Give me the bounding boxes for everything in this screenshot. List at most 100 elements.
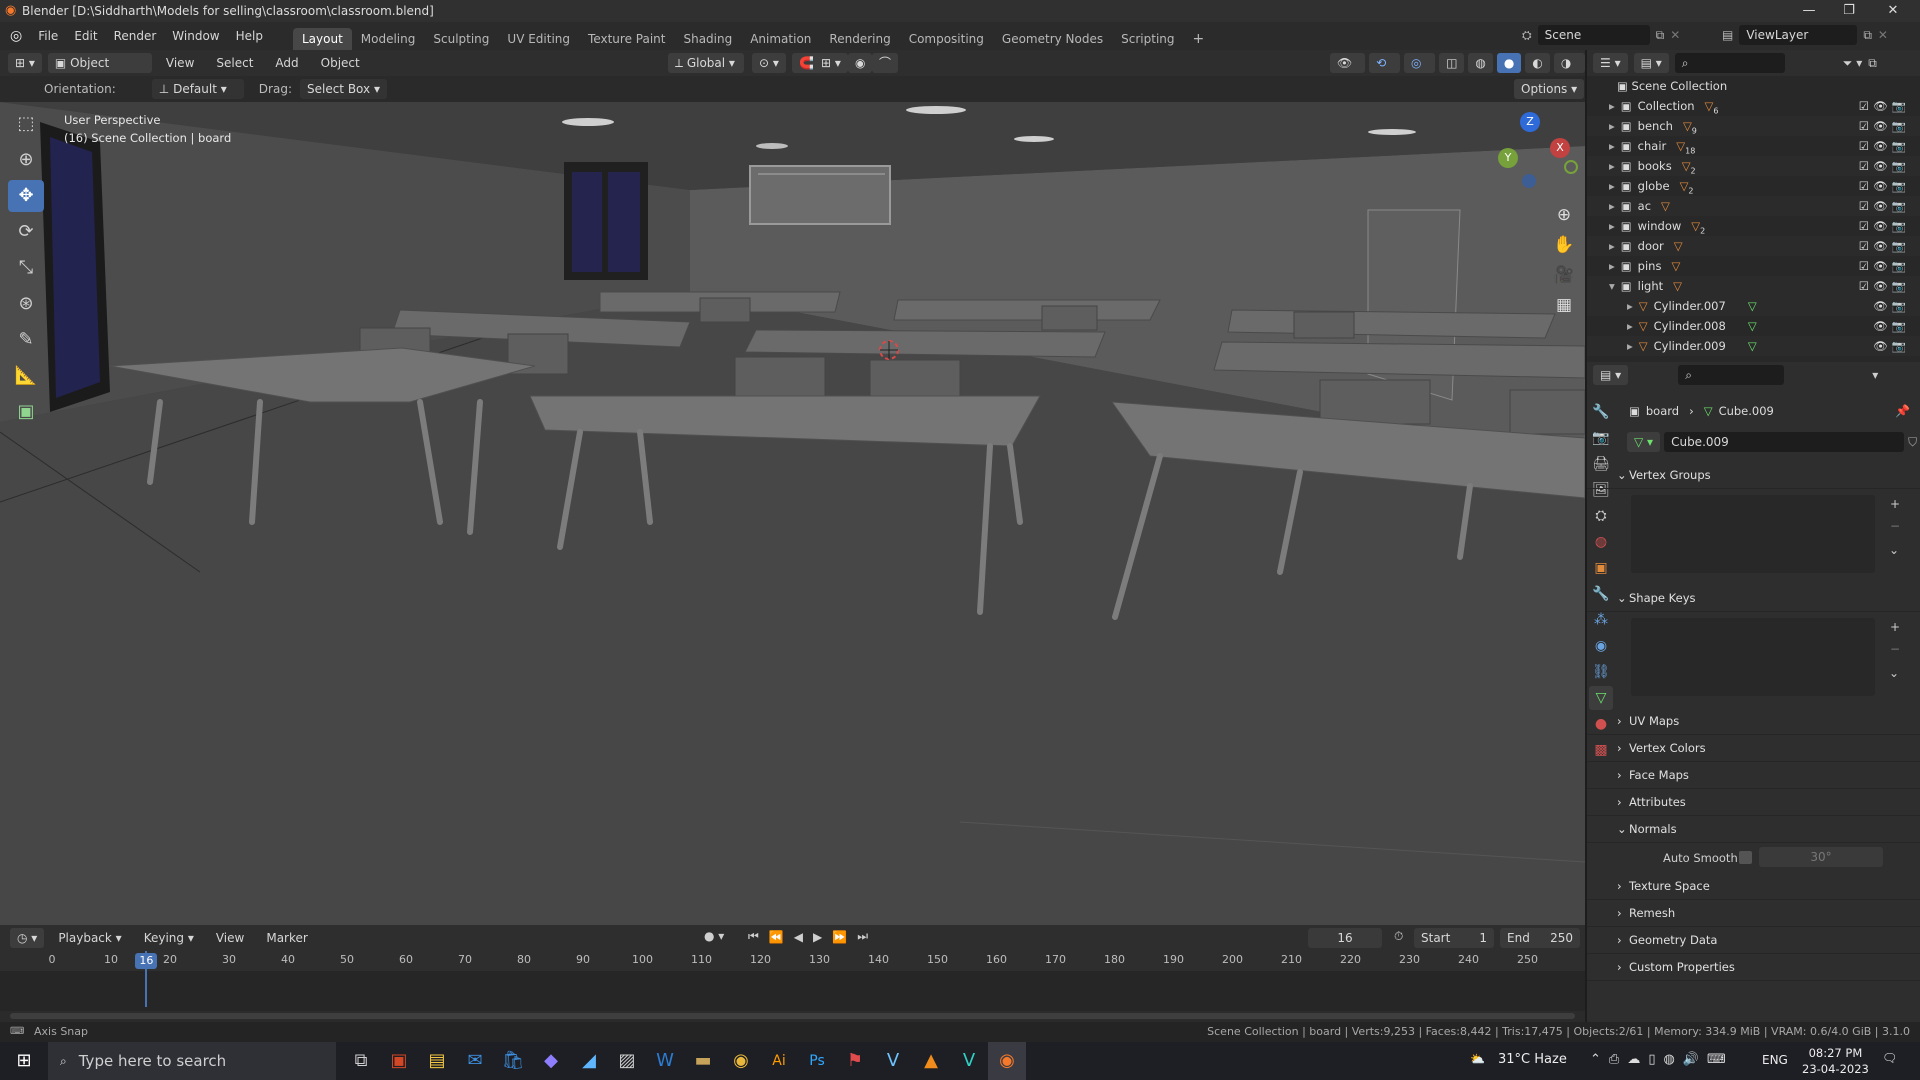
visibility-eye-icon[interactable]: 👁 [1873,99,1892,113]
auto-smooth-angle-field[interactable]: 30° [1759,847,1883,867]
weather-text[interactable]: 31°C Haze [1498,1052,1567,1067]
scene-name-field[interactable]: Scene [1537,25,1650,45]
powerpoint-icon[interactable]: ▣ [380,1042,418,1080]
photoshop-icon[interactable]: Ps [798,1042,836,1080]
start-frame-field[interactable]: Start 1 [1414,928,1494,948]
render-properties-icon[interactable]: 📷 [1589,426,1613,450]
tab-uv-editing[interactable]: UV Editing [498,28,579,50]
annotate-tool-icon[interactable]: ✎ [8,324,44,356]
prev-keyframe-icon[interactable]: ⏪ [769,930,784,944]
xray-toggle[interactable]: ◫ [1439,53,1465,73]
3d-viewport[interactable]: User Perspective (16) Scene Collection |… [0,102,1585,925]
outliner-child-cylinder-009[interactable]: ▸ ▽ Cylinder.009 ▽ 👁📷 [1587,336,1920,356]
expand-arrow-icon[interactable]: ▸ [1627,299,1633,313]
timeline-view-menu[interactable]: View [208,925,252,951]
viewlayer-selector[interactable]: ▤ ViewLayer ⧉ ✕ [1722,25,1888,45]
select-box-tool-icon[interactable]: ⬚ [8,108,44,140]
outliner-item-door[interactable]: ▸ ▣ door ▽ ☑👁📷 [1587,236,1920,256]
render-camera-icon[interactable]: 📷 [1892,339,1910,353]
render-camera-icon[interactable]: 📷 [1892,119,1910,133]
visibility-eye-icon[interactable]: 👁 [1873,259,1892,273]
vectary-icon[interactable]: V [874,1042,912,1080]
section-custom-properties[interactable]: › Custom Properties [1587,954,1920,981]
battery-icon[interactable]: ▯ [1648,1052,1655,1067]
orientation-dropdown[interactable]: ⊥ Default ▾ [151,79,244,99]
tab-scripting[interactable]: Scripting [1112,28,1183,50]
network-icon[interactable]: ◍ [1663,1052,1674,1067]
menu-window[interactable]: Window [164,22,227,50]
illustrator-icon[interactable]: Ai [760,1042,798,1080]
editor-type-button[interactable]: ⊞ ▾ [8,53,42,73]
app-icon-6[interactable]: V [950,1042,988,1080]
tab-sculpting[interactable]: Sculpting [424,28,498,50]
volume-icon[interactable]: 🔊 [1683,1052,1699,1067]
viewlayer-name-field[interactable]: ViewLayer [1739,25,1858,45]
render-camera-icon[interactable]: 📷 [1892,199,1910,213]
cursor-tool-icon[interactable]: ⊕ [8,144,44,176]
exclude-checkbox-icon[interactable]: ☑ [1859,159,1873,173]
end-frame-field[interactable]: End 250 [1500,928,1580,948]
frame-ruler[interactable]: 0 10 20 30 40 50 60 70 80 90 100 110 120 130 140 150 160… [0,951,1585,971]
tab-modeling[interactable]: Modeling [352,28,425,50]
app-icon-1[interactable]: ◆ [532,1042,570,1080]
section-shape-keys[interactable]: ⌄ Shape Keys [1587,585,1920,612]
visibility-eye-icon[interactable]: 👁 [1873,219,1892,233]
jump-end-icon[interactable]: ⏭ [857,929,868,944]
new-scene-icon[interactable]: ⧉ [1656,28,1665,43]
outliner-display-mode-button[interactable]: ▤ ▾ [1633,53,1669,73]
fake-user-icon[interactable]: ⛉ [1908,435,1917,450]
zoom-icon[interactable]: ⊕ [1550,200,1578,230]
expand-arrow-icon[interactable]: ▸ [1609,259,1615,273]
exclude-checkbox-icon[interactable]: ☑ [1859,199,1873,213]
add-workspace-icon[interactable]: + [1184,28,1214,50]
add-vertex-group-icon[interactable]: + [1890,497,1900,511]
timeline-track-area[interactable] [0,971,1585,1011]
ortho-grid-icon[interactable]: ▦ [1550,290,1578,320]
section-vertex-groups[interactable]: ⌄ Vertex Groups [1587,462,1920,489]
visibility-eye-icon[interactable]: 👁 [1873,199,1892,213]
tab-layout[interactable]: Layout [292,28,352,50]
section-uv-maps[interactable]: › UV Maps [1587,708,1920,735]
render-camera-icon[interactable]: 📷 [1892,299,1910,313]
timeline-editor-type-button[interactable]: ◷ ▾ [10,928,45,948]
visibility-eye-icon[interactable]: 👁 [1873,319,1892,333]
visibility-eye-icon[interactable]: 👁 [1873,179,1892,193]
exclude-checkbox-icon[interactable]: ☑ [1859,279,1873,293]
render-camera-icon[interactable]: 📷 [1892,99,1910,113]
expand-arrow-icon[interactable]: ▸ [1627,339,1633,353]
app-icon-5[interactable]: ⚑ [836,1042,874,1080]
tab-animation[interactable]: Animation [741,28,820,50]
gizmo-x-axis[interactable]: X [1550,138,1570,158]
maximize-button[interactable]: ❐ [1826,0,1872,22]
exclude-checkbox-icon[interactable]: ☑ [1859,239,1873,253]
keyframe-record-button[interactable]: ● ▾ [704,929,724,943]
language-indicator[interactable]: ENG [1762,1053,1788,1067]
task-view-icon[interactable]: ⧉ [342,1042,380,1080]
transform-orientation-dropdown[interactable]: ⟂ Global ▾ [668,53,744,73]
expand-arrow-icon[interactable]: ▾ [1609,279,1615,293]
preview-range-icon[interactable]: ⏱ [1394,929,1403,944]
visibility-eye-icon[interactable]: 👁 [1873,119,1892,133]
remove-vertex-group-icon[interactable]: − [1890,519,1900,533]
outliner-item-books[interactable]: ▸ ▣ books ▽2 ☑👁📷 [1587,156,1920,176]
exclude-checkbox-icon[interactable]: ☑ [1859,99,1873,113]
outliner-item-window[interactable]: ▸ ▣ window ▽2 ☑👁📷 [1587,216,1920,236]
outliner-child-cylinder-007[interactable]: ▸ ▽ Cylinder.007 ▽ 👁📷 [1587,296,1920,316]
blender-menu-icon[interactable]: ◎ [0,28,30,44]
visibility-eye-icon[interactable]: 👁 [1873,159,1892,173]
remove-shape-key-icon[interactable]: − [1890,642,1900,656]
visibility-eye-icon[interactable]: 👁 [1873,139,1892,153]
render-camera-icon[interactable]: 📷 [1892,139,1910,153]
section-geometry-data[interactable]: › Geometry Data [1587,927,1920,954]
tab-rendering[interactable]: Rendering [820,28,899,50]
navigation-gizmo[interactable]: Z X Y [1494,112,1578,196]
pivot-point-dropdown[interactable]: ⊙ ▾ [752,53,786,73]
notification-icon[interactable]: 🗨 [1882,1051,1897,1065]
tray-chevron-icon[interactable]: ⌃ [1590,1052,1601,1067]
move-tool-icon[interactable]: ✥ [8,180,44,212]
file-explorer-icon[interactable]: ▤ [418,1042,456,1080]
outliner-item-globe[interactable]: ▸ ▣ globe ▽2 ☑👁📷 [1587,176,1920,196]
mail-icon[interactable]: ✉ [456,1042,494,1080]
section-normals[interactable]: ⌄ Normals [1587,816,1920,843]
menu-view[interactable]: View [158,50,202,76]
